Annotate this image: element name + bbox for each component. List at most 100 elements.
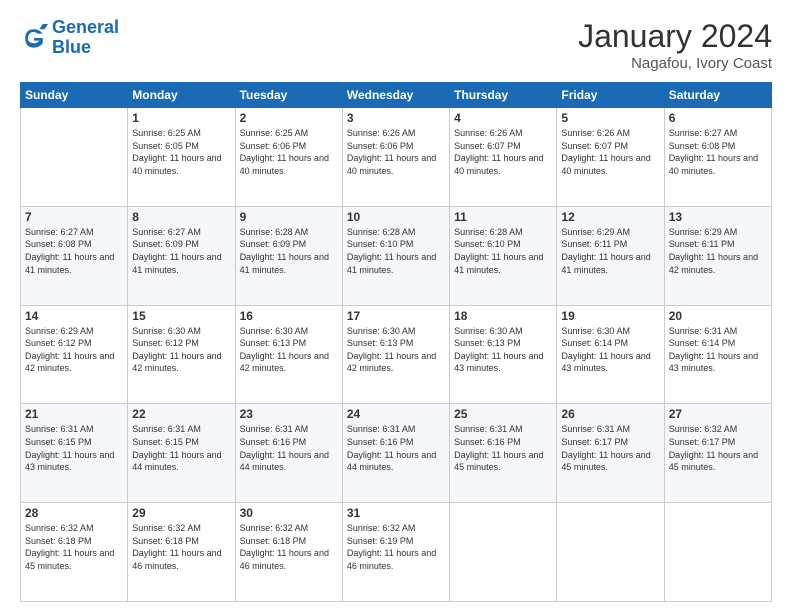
calendar-cell: 29 Sunrise: 6:32 AMSunset: 6:18 PMDayligh… <box>128 503 235 602</box>
calendar-cell: 10 Sunrise: 6:28 AMSunset: 6:10 PMDayligh… <box>342 206 449 305</box>
day-number: 2 <box>240 111 338 125</box>
cell-sunrise: Sunrise: 6:30 AMSunset: 6:13 PMDaylight:… <box>454 326 543 374</box>
cell-sunrise: Sunrise: 6:26 AMSunset: 6:07 PMDaylight:… <box>454 128 543 176</box>
calendar-cell: 28Sunrise: 6:32 AMSunset: 6:18 PMDayligh… <box>21 503 128 602</box>
subtitle: Nagafou, Ivory Coast <box>578 55 772 72</box>
day-number: 1 <box>132 111 230 125</box>
calendar-cell: 15 Sunrise: 6:30 AMSunset: 6:12 PMDayligh… <box>128 305 235 404</box>
day-number: 31 <box>347 506 445 520</box>
calendar-week-row: 1 Sunrise: 6:25 AMSunset: 6:05 PMDaylight… <box>21 108 772 207</box>
calendar-cell <box>664 503 771 602</box>
calendar-cell: 20 Sunrise: 6:31 AMSunset: 6:14 PMDayligh… <box>664 305 771 404</box>
day-number: 29 <box>132 506 230 520</box>
calendar-cell: 17 Sunrise: 6:30 AMSunset: 6:13 PMDayligh… <box>342 305 449 404</box>
calendar-cell: 27Sunrise: 6:32 AMSunset: 6:17 PMDayligh… <box>664 404 771 503</box>
cell-sunrise: Sunrise: 6:32 AMSunset: 6:18 PMDaylight:… <box>132 523 221 571</box>
calendar-day-header: Thursday <box>450 83 557 108</box>
calendar-week-row: 28 Sunrise: 6:32 AMSunset: 6:18 PMDayligh… <box>21 503 772 602</box>
calendar-day-header: Saturday <box>664 83 771 108</box>
calendar-cell: 23 Sunrise: 6:31 AMSunset: 6:16 PMDayligh… <box>235 404 342 503</box>
calendar-cell: 5Sunrise: 6:26 AMSunset: 6:07 PMDaylight… <box>557 108 664 207</box>
cell-sunrise: Sunrise: 6:27 AMSunset: 6:08 PMDaylight:… <box>669 128 758 176</box>
cell-sunrise: Sunrise: 6:31 AMSunset: 6:16 PMDaylight:… <box>454 424 543 472</box>
calendar-day-header: Wednesday <box>342 83 449 108</box>
main-title: January 2024 <box>578 18 772 55</box>
cell-sunrise: Sunrise: 6:28 AMSunset: 6:10 PMDaylight:… <box>347 227 436 275</box>
calendar-cell <box>21 108 128 207</box>
calendar-cell: 2Sunrise: 6:25 AMSunset: 6:06 PMDaylight… <box>235 108 342 207</box>
calendar-day-header: Sunday <box>21 83 128 108</box>
calendar-day-header: Friday <box>557 83 664 108</box>
cell-sunrise: Sunrise: 6:30 AMSunset: 6:14 PMDaylight:… <box>561 326 650 374</box>
calendar-cell: 8Sunrise: 6:27 AMSunset: 6:09 PMDaylight… <box>128 206 235 305</box>
day-number: 19 <box>561 309 659 323</box>
calendar-week-row: 21Sunrise: 6:31 AMSunset: 6:15 PMDayligh… <box>21 404 772 503</box>
calendar-cell: 14 Sunrise: 6:29 AMSunset: 6:12 PMDayligh… <box>21 305 128 404</box>
day-number: 6 <box>669 111 767 125</box>
calendar-cell: 19 Sunrise: 6:30 AMSunset: 6:14 PMDayligh… <box>557 305 664 404</box>
cell-sunrise: Sunrise: 6:30 AMSunset: 6:13 PMDaylight:… <box>347 326 436 374</box>
day-number: 14 <box>25 309 123 323</box>
cell-sunrise: Sunrise: 6:31 AMSunset: 6:15 PMDaylight:… <box>132 424 221 472</box>
day-number: 16 <box>240 309 338 323</box>
title-block: January 2024 Nagafou, Ivory Coast <box>578 18 772 72</box>
logo-blue: Blue <box>52 37 91 57</box>
calendar-header-row: SundayMondayTuesdayWednesdayThursdayFrid… <box>21 83 772 108</box>
cell-sunrise: Sunrise: 6:32 AMSunset: 6:17 PMDaylight:… <box>669 424 758 472</box>
calendar-cell: 11Sunrise: 6:28 AMSunset: 6:10 PMDayligh… <box>450 206 557 305</box>
calendar-cell: 16 Sunrise: 6:30 AMSunset: 6:13 PMDayligh… <box>235 305 342 404</box>
cell-sunrise: Sunrise: 6:28 AMSunset: 6:10 PMDaylight:… <box>454 227 543 275</box>
calendar-cell: 18 Sunrise: 6:30 AMSunset: 6:13 PMDayligh… <box>450 305 557 404</box>
cell-sunrise: Sunrise: 6:32 AMSunset: 6:18 PMDaylight:… <box>240 523 329 571</box>
calendar-week-row: 14 Sunrise: 6:29 AMSunset: 6:12 PMDayligh… <box>21 305 772 404</box>
calendar-cell: 3Sunrise: 6:26 AMSunset: 6:06 PMDaylight… <box>342 108 449 207</box>
day-number: 26 <box>561 407 659 421</box>
cell-sunrise: Sunrise: 6:25 AMSunset: 6:05 PMDaylight:… <box>132 128 221 176</box>
cell-sunrise: Sunrise: 6:26 AMSunset: 6:06 PMDaylight:… <box>347 128 436 176</box>
calendar-cell: 21Sunrise: 6:31 AMSunset: 6:15 PMDayligh… <box>21 404 128 503</box>
day-number: 18 <box>454 309 552 323</box>
calendar-cell: 12Sunrise: 6:29 AMSunset: 6:11 PMDayligh… <box>557 206 664 305</box>
day-number: 10 <box>347 210 445 224</box>
day-number: 4 <box>454 111 552 125</box>
calendar-cell: 30 Sunrise: 6:32 AMSunset: 6:18 PMDayligh… <box>235 503 342 602</box>
header: General Blue January 2024 Nagafou, Ivory… <box>20 18 772 72</box>
cell-sunrise: Sunrise: 6:28 AMSunset: 6:09 PMDaylight:… <box>240 227 329 275</box>
logo-icon <box>20 24 48 52</box>
day-number: 28 <box>25 506 123 520</box>
day-number: 30 <box>240 506 338 520</box>
calendar-cell: 9Sunrise: 6:28 AMSunset: 6:09 PMDaylight… <box>235 206 342 305</box>
cell-sunrise: Sunrise: 6:29 AMSunset: 6:11 PMDaylight:… <box>561 227 650 275</box>
cell-sunrise: Sunrise: 6:29 AMSunset: 6:11 PMDaylight:… <box>669 227 758 275</box>
cell-sunrise: Sunrise: 6:30 AMSunset: 6:12 PMDaylight:… <box>132 326 221 374</box>
calendar-cell: 26Sunrise: 6:31 AMSunset: 6:17 PMDayligh… <box>557 404 664 503</box>
cell-sunrise: Sunrise: 6:26 AMSunset: 6:07 PMDaylight:… <box>561 128 650 176</box>
logo: General Blue <box>20 18 119 58</box>
logo-text: General Blue <box>52 18 119 58</box>
cell-sunrise: Sunrise: 6:31 AMSunset: 6:16 PMDaylight:… <box>347 424 436 472</box>
day-number: 20 <box>669 309 767 323</box>
day-number: 22 <box>132 407 230 421</box>
day-number: 13 <box>669 210 767 224</box>
calendar-cell: 13 Sunrise: 6:29 AMSunset: 6:11 PMDayligh… <box>664 206 771 305</box>
calendar-cell: 22 Sunrise: 6:31 AMSunset: 6:15 PMDayligh… <box>128 404 235 503</box>
calendar-day-header: Monday <box>128 83 235 108</box>
day-number: 23 <box>240 407 338 421</box>
calendar-week-row: 7Sunrise: 6:27 AMSunset: 6:08 PMDaylight… <box>21 206 772 305</box>
cell-sunrise: Sunrise: 6:31 AMSunset: 6:16 PMDaylight:… <box>240 424 329 472</box>
page: General Blue January 2024 Nagafou, Ivory… <box>0 0 792 612</box>
day-number: 17 <box>347 309 445 323</box>
day-number: 15 <box>132 309 230 323</box>
cell-sunrise: Sunrise: 6:29 AMSunset: 6:12 PMDaylight:… <box>25 326 114 374</box>
calendar-cell: 25 Sunrise: 6:31 AMSunset: 6:16 PMDayligh… <box>450 404 557 503</box>
calendar-cell: 24Sunrise: 6:31 AMSunset: 6:16 PMDayligh… <box>342 404 449 503</box>
cell-sunrise: Sunrise: 6:30 AMSunset: 6:13 PMDaylight:… <box>240 326 329 374</box>
cell-sunrise: Sunrise: 6:31 AMSunset: 6:14 PMDaylight:… <box>669 326 758 374</box>
calendar-day-header: Tuesday <box>235 83 342 108</box>
calendar-cell: 6 Sunrise: 6:27 AMSunset: 6:08 PMDaylight… <box>664 108 771 207</box>
day-number: 25 <box>454 407 552 421</box>
calendar-table: SundayMondayTuesdayWednesdayThursdayFrid… <box>20 82 772 602</box>
calendar-cell: 31 Sunrise: 6:32 AMSunset: 6:19 PMDayligh… <box>342 503 449 602</box>
cell-sunrise: Sunrise: 6:32 AMSunset: 6:19 PMDaylight:… <box>347 523 436 571</box>
cell-sunrise: Sunrise: 6:27 AMSunset: 6:08 PMDaylight:… <box>25 227 114 275</box>
